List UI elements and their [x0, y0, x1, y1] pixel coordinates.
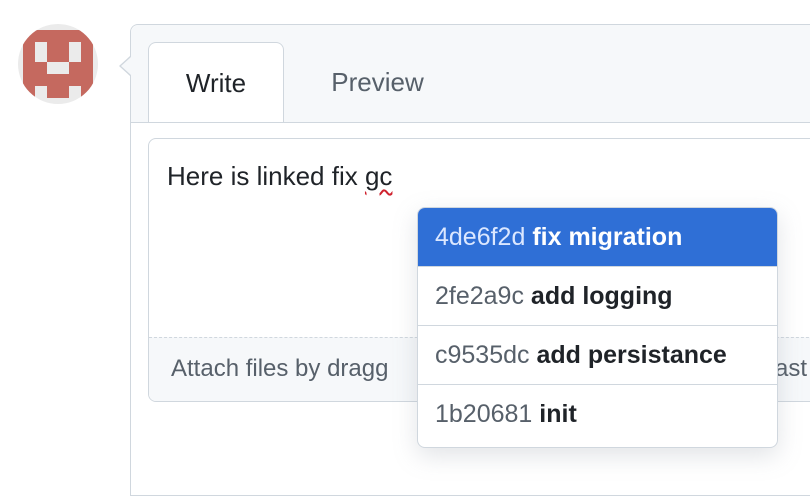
tab-preview[interactable]: Preview — [300, 42, 455, 122]
commit-message: add persistance — [536, 341, 727, 369]
suggestion-item[interactable]: 2fe2a9c add logging — [418, 267, 777, 326]
commit-message: fix migration — [532, 223, 683, 251]
commit-sha: 2fe2a9c — [435, 282, 524, 310]
comment-text-main: Here is linked fix — [167, 161, 365, 191]
suggestion-item[interactable]: 4de6f2d fix migration — [418, 208, 777, 267]
attach-files-text-tail: ast — [775, 355, 808, 382]
attach-files-text: Attach files by dragg — [171, 355, 389, 382]
identicon-icon — [23, 30, 93, 98]
commit-suggestion-menu: 4de6f2d fix migration 2fe2a9c add loggin… — [417, 207, 778, 448]
tab-write[interactable]: Write — [148, 42, 284, 122]
commit-sha: 1b20681 — [435, 400, 533, 428]
avatar[interactable] — [18, 24, 98, 104]
comment-text: Here is linked fix gc — [167, 161, 392, 192]
commit-message: add logging — [530, 282, 673, 310]
comment-text-typo: gc — [364, 161, 393, 191]
comment-caret-inner — [121, 57, 131, 75]
commit-message: init — [539, 400, 577, 428]
commit-sha: c9535dc — [435, 341, 530, 369]
suggestion-item[interactable]: c9535dc add persistance — [418, 326, 777, 385]
suggestion-item[interactable]: 1b20681 init — [418, 385, 777, 444]
commit-sha: 4de6f2d — [435, 223, 526, 251]
